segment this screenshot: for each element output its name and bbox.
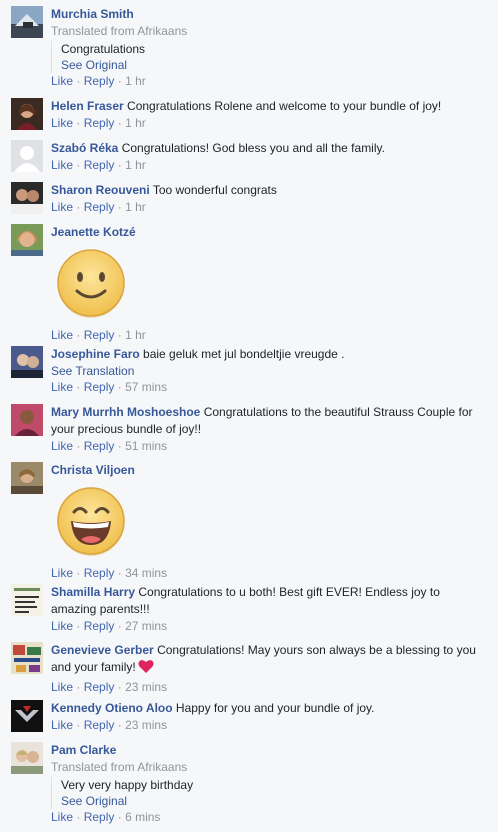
timestamp[interactable]: 1 hr [125, 328, 146, 342]
like-link[interactable]: Like [51, 810, 73, 824]
comment-text: Too wonderful congrats [152, 183, 277, 197]
comments-list: Murchia Smith Translated from Afrikaans … [0, 0, 498, 832]
translated-quote: Congratulations See Original [51, 41, 486, 73]
like-link[interactable]: Like [51, 200, 73, 214]
commenter-name[interactable]: Szabó Réka [51, 141, 118, 155]
reply-link[interactable]: Reply [84, 439, 115, 453]
reply-link[interactable]: Reply [84, 328, 115, 342]
see-original-link[interactable]: See Original [61, 57, 486, 73]
avatar[interactable] [11, 462, 43, 494]
commenter-name[interactable]: Kennedy Otieno Aloo [51, 701, 173, 715]
comment-text: baie geluk met jul bondeltjie vreugde . [143, 347, 345, 361]
comment-actions: Like · Reply · 1 hr [51, 158, 146, 172]
commenter-name[interactable]: Helen Fraser [51, 99, 124, 113]
comment-actions: Like · Reply · 57 mins [51, 380, 168, 394]
comment-actions: Like · Reply · 23 mins [51, 718, 168, 732]
comment-text: Congratulations! God bless you and all t… [121, 141, 385, 155]
like-link[interactable]: Like [51, 158, 73, 172]
commenter-name[interactable]: Mary Murrhh Moshoeshoe [51, 405, 200, 419]
comment-text: Very very happy birthday [61, 778, 194, 792]
avatar[interactable] [11, 224, 43, 256]
reply-link[interactable]: Reply [84, 718, 115, 732]
timestamp[interactable]: 1 hr [125, 200, 146, 214]
timestamp[interactable]: 23 mins [125, 680, 167, 694]
avatar[interactable] [11, 700, 43, 732]
heart-icon [138, 659, 154, 679]
like-link[interactable]: Like [51, 380, 73, 394]
commenter-name[interactable]: Pam Clarke [51, 743, 116, 757]
reply-link[interactable]: Reply [84, 380, 115, 394]
comment-actions: Like · Reply · 23 mins [51, 680, 168, 694]
avatar[interactable] [11, 6, 43, 38]
commenter-name[interactable]: Genevieve Gerber [51, 643, 154, 657]
translated-label: Translated from Afrikaans [51, 760, 188, 774]
comment-text: Happy for you and your bundle of joy. [175, 701, 375, 715]
smiling-face-icon [55, 247, 127, 319]
comment-text: Congratulations [61, 42, 146, 56]
like-link[interactable]: Like [51, 74, 73, 88]
like-link[interactable]: Like [51, 566, 73, 580]
timestamp[interactable]: 57 mins [125, 380, 167, 394]
timestamp[interactable]: 51 mins [125, 439, 167, 453]
reply-link[interactable]: Reply [84, 619, 115, 633]
avatar[interactable] [11, 742, 43, 774]
like-link[interactable]: Like [51, 439, 73, 453]
see-original-link[interactable]: See Original [61, 793, 486, 809]
reply-link[interactable]: Reply [84, 680, 115, 694]
reply-link[interactable]: Reply [84, 116, 115, 130]
avatar[interactable] [11, 404, 43, 436]
timestamp[interactable]: 6 mins [125, 810, 160, 824]
comment-actions: Like · Reply · 51 mins [51, 439, 168, 453]
comment-actions: Like · Reply · 1 hr [51, 74, 146, 88]
commenter-name[interactable]: Murchia Smith [51, 7, 134, 21]
reply-link[interactable]: Reply [84, 74, 115, 88]
comment-actions: Like · Reply · 1 hr [51, 116, 146, 130]
see-translation-link[interactable]: See Translation [51, 363, 486, 379]
reply-link[interactable]: Reply [84, 810, 115, 824]
commenter-name[interactable]: Sharon Reouveni [51, 183, 150, 197]
avatar[interactable] [11, 182, 43, 214]
timestamp[interactable]: 34 mins [125, 566, 167, 580]
reply-link[interactable]: Reply [84, 566, 115, 580]
comment-actions: Like · Reply · 6 mins [51, 810, 161, 824]
commenter-name[interactable]: Josephine Faro [51, 347, 140, 361]
commenter-name[interactable]: Christa Viljoen [51, 463, 135, 477]
timestamp[interactable]: 23 mins [125, 718, 167, 732]
reply-link[interactable]: Reply [84, 200, 115, 214]
reply-link[interactable]: Reply [84, 158, 115, 172]
translated-label: Translated from Afrikaans [51, 24, 188, 38]
timestamp[interactable]: 1 hr [125, 116, 146, 130]
like-link[interactable]: Like [51, 718, 73, 732]
laughing-face-icon [55, 485, 127, 557]
comment-actions: Like · Reply · 34 mins [51, 566, 168, 580]
avatar[interactable] [11, 140, 43, 172]
comment-text: Congratulations Rolene and welcome to yo… [127, 99, 442, 113]
like-link[interactable]: Like [51, 619, 73, 633]
commenter-name[interactable]: Shamilla Harry [51, 585, 135, 599]
timestamp[interactable]: 1 hr [125, 74, 146, 88]
comment-actions: Like · Reply · 1 hr [51, 328, 146, 342]
like-link[interactable]: Like [51, 328, 73, 342]
comment-actions: Like · Reply · 27 mins [51, 619, 168, 633]
avatar[interactable] [11, 584, 43, 616]
translated-quote: Very very happy birthday See Original [51, 777, 486, 809]
like-link[interactable]: Like [51, 116, 73, 130]
timestamp[interactable]: 1 hr [125, 158, 146, 172]
avatar[interactable] [11, 98, 43, 130]
timestamp[interactable]: 27 mins [125, 619, 167, 633]
comment-actions: Like · Reply · 1 hr [51, 200, 146, 214]
like-link[interactable]: Like [51, 680, 73, 694]
avatar[interactable] [11, 346, 43, 378]
commenter-name[interactable]: Jeanette Kotzé [51, 225, 136, 239]
avatar[interactable] [11, 642, 43, 674]
